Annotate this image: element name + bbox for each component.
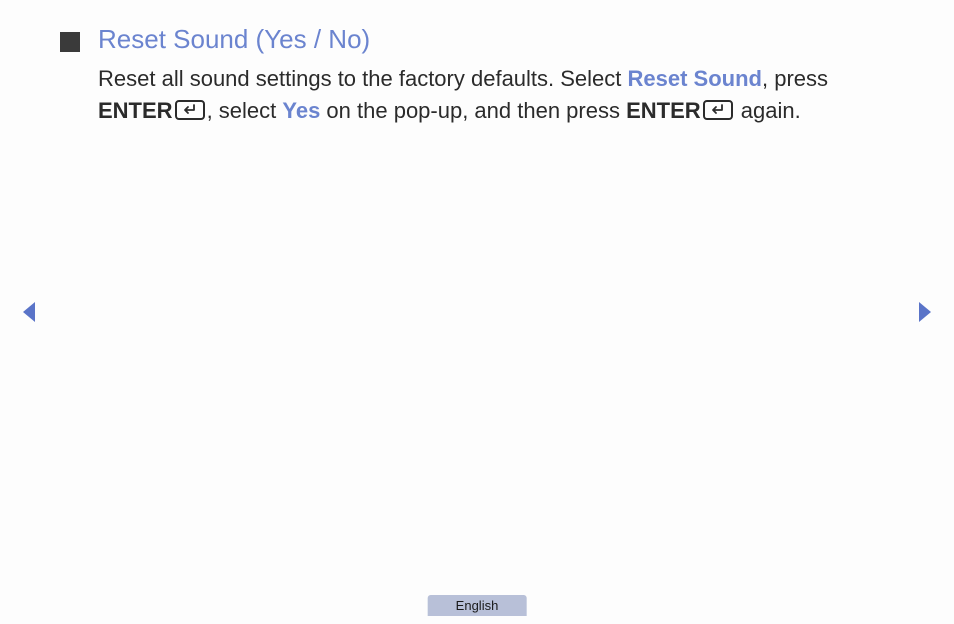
enter-icon (703, 100, 733, 120)
language-tab[interactable]: English (428, 595, 527, 616)
heading-row: Reset Sound (Yes / No) (60, 24, 894, 55)
yes-highlight: Yes (282, 98, 320, 123)
enter-label-2: ENTER (626, 98, 701, 123)
bullet-square-icon (60, 32, 80, 52)
chevron-right-icon (916, 300, 934, 324)
page-title: Reset Sound (Yes / No) (98, 24, 370, 55)
enter-icon (175, 100, 205, 120)
content-area: Reset Sound (Yes / No) Reset all sound s… (0, 0, 954, 127)
reset-sound-highlight: Reset Sound (628, 66, 762, 91)
body-text: Reset all sound settings to the factory … (98, 63, 894, 127)
chevron-left-icon (20, 300, 38, 324)
body-part3: , select (207, 98, 283, 123)
body-part5: again. (735, 98, 801, 123)
prev-page-button[interactable] (20, 300, 38, 324)
next-page-button[interactable] (916, 300, 934, 324)
enter-label-1: ENTER (98, 98, 173, 123)
body-part4: on the pop-up, and then press (320, 98, 626, 123)
body-part2: , press (762, 66, 828, 91)
body-part1: Reset all sound settings to the factory … (98, 66, 628, 91)
